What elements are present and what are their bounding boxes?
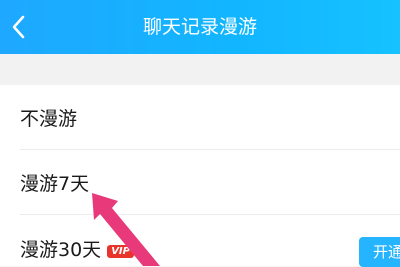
option-no-roaming[interactable]: 不漫游 bbox=[0, 85, 400, 149]
section-gap bbox=[0, 54, 400, 85]
roaming-options-list: 不漫游 漫游7天 漫游30天 VIP bbox=[0, 85, 400, 266]
option-roaming-7-days[interactable]: 漫游7天 bbox=[0, 150, 400, 214]
page-title: 聊天记录漫游 bbox=[142, 16, 257, 38]
option-label: 漫游30天 bbox=[20, 239, 102, 261]
option-label: 漫游7天 bbox=[20, 172, 90, 195]
open-button[interactable]: 开通 bbox=[359, 237, 400, 267]
option-label: 不漫游 bbox=[20, 107, 78, 130]
vip-badge: VIP bbox=[107, 245, 134, 258]
option-roaming-30-days[interactable]: 漫游30天 VIP bbox=[0, 215, 400, 266]
header-bar: 聊天记录漫游 bbox=[0, 0, 400, 54]
